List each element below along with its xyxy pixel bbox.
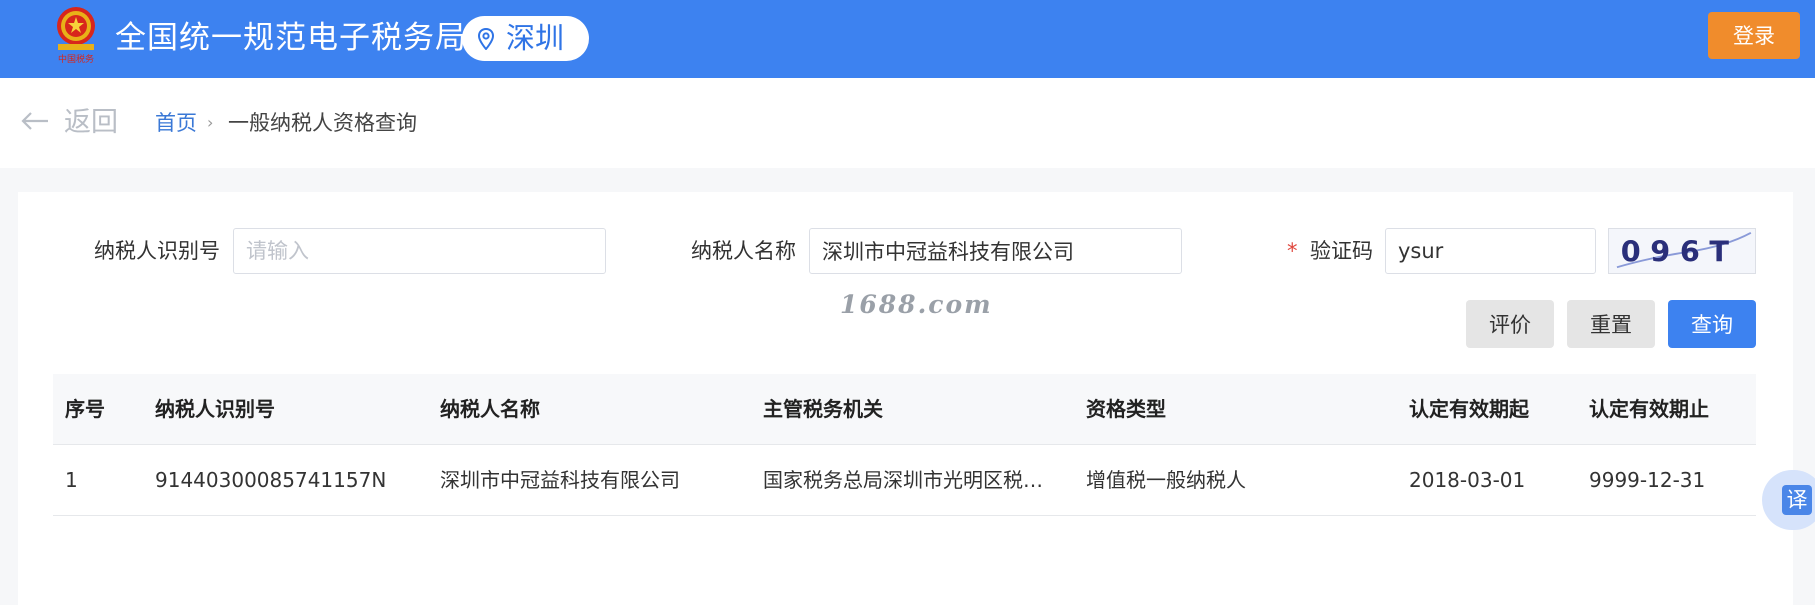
- table-cell: 深圳市中冠益科技有限公司: [440, 468, 680, 492]
- table-row[interactable]: 1 91440300085741157N 深圳市中冠益科技有限公司 国家税务总局…: [53, 445, 1756, 516]
- table-header: 序号 纳税人识别号 纳税人名称 主管税务机关 资格类型 认定有效期起 认定有效期…: [53, 374, 1756, 445]
- column-header: 认定有效期止: [1589, 397, 1709, 421]
- back-arrow-icon[interactable]: [20, 111, 50, 131]
- back-link[interactable]: 返回: [64, 104, 118, 142]
- city-selector[interactable]: 深圳: [462, 16, 589, 61]
- breadcrumb-bar: 返回 首页 › 一般纳税人资格查询: [0, 78, 1815, 168]
- breadcrumb-current: 一般纳税人资格查询: [228, 111, 417, 135]
- taxpayer-name-label: 纳税人名称: [691, 239, 796, 263]
- column-header: 纳税人识别号: [155, 397, 275, 421]
- table-cell: 91440300085741157N: [155, 468, 387, 492]
- captcha-label: 验证码: [1310, 239, 1373, 263]
- taxpayer-id-label: 纳税人识别号: [94, 239, 220, 263]
- column-header: 序号: [65, 397, 105, 421]
- breadcrumb-separator: ›: [207, 113, 214, 132]
- table-cell: 2018-03-01: [1409, 468, 1526, 492]
- column-header: 资格类型: [1086, 397, 1166, 421]
- captcha-image[interactable]: 096T: [1608, 228, 1756, 274]
- column-header: 纳税人名称: [440, 397, 540, 421]
- table-cell: 增值税一般纳税人: [1086, 468, 1246, 492]
- table-cell: 9999-12-31: [1589, 468, 1706, 492]
- login-button[interactable]: 登录: [1708, 12, 1800, 59]
- required-mark: *: [1287, 239, 1298, 263]
- table-cell: 1: [65, 468, 78, 492]
- taxpayer-name-input[interactable]: [809, 228, 1182, 274]
- tax-emblem-icon: 中国税务: [57, 7, 95, 65]
- city-name: 深圳: [506, 21, 565, 55]
- query-button[interactable]: 查询: [1668, 300, 1756, 348]
- translate-icon: 译: [1782, 485, 1812, 515]
- svg-text:096T: 096T: [1621, 235, 1739, 269]
- svg-text:中国税务: 中国税务: [58, 53, 94, 65]
- captcha-input[interactable]: [1385, 228, 1596, 274]
- breadcrumb-home-link[interactable]: 首页: [155, 108, 197, 138]
- reset-button[interactable]: 重置: [1567, 300, 1655, 348]
- app-title: 全国统一规范电子税务局: [115, 20, 467, 56]
- watermark: 1688.com: [840, 290, 993, 319]
- taxpayer-id-input[interactable]: [233, 228, 606, 274]
- column-header: 主管税务机关: [763, 397, 883, 421]
- column-header: 认定有效期起: [1409, 397, 1529, 421]
- translate-button[interactable]: 译: [1762, 470, 1815, 530]
- evaluate-button[interactable]: 评价: [1466, 300, 1554, 348]
- query-panel: 纳税人识别号 纳税人名称 * 验证码 096T 1688.com 评价 重置 查…: [18, 192, 1793, 605]
- table-cell: 国家税务总局深圳市光明区税…: [763, 468, 1043, 492]
- location-pin-icon: [478, 27, 494, 50]
- top-header: 中国税务 全国统一规范电子税务局 深圳 登录: [0, 0, 1815, 78]
